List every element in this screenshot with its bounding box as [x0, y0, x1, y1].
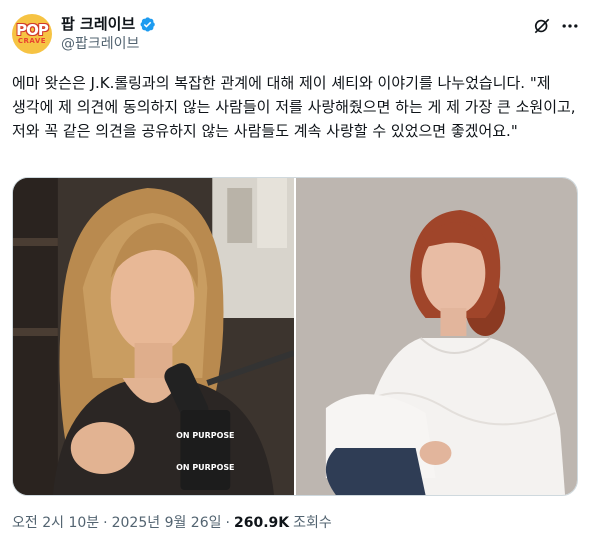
views-count: 260.9K [233, 515, 290, 531]
verified-icon [140, 16, 155, 32]
grok-icon[interactable] [532, 16, 552, 36]
tweet-meta: 오전 2시 10분 · 2025년 9월 26일 · 260.9K 조회수 [12, 514, 332, 532]
avatar[interactable]: POP CRAVE [12, 14, 52, 54]
photo-right[interactable] [296, 178, 577, 495]
tweet-text: 에마 왓슨은 J.K.롤링과의 복잡한 관계에 대해 제이 셰티와 이야기를 나… [12, 74, 581, 140]
photo-right-image [296, 178, 577, 495]
avatar-logo-subtext: CRAVE [17, 37, 47, 45]
tweet-date[interactable]: 2025년 9월 26일 [112, 514, 222, 532]
photo-left[interactable]: ON PURPOSE ON PURPOSE [13, 178, 294, 495]
views-label: 조회수 [293, 515, 332, 531]
media-grid[interactable]: ON PURPOSE ON PURPOSE [12, 177, 578, 496]
tweet-time[interactable]: 오전 2시 10분 [12, 514, 99, 532]
meta-separator: · [103, 515, 108, 531]
mic-flag-label-top: ON PURPOSE [176, 431, 234, 440]
meta-separator: · [225, 515, 230, 531]
display-name[interactable]: 팝 크레이브 [61, 15, 135, 33]
author-handle[interactable]: @팝크레이브 [61, 36, 139, 53]
photo-left-image: ON PURPOSE ON PURPOSE [13, 178, 294, 495]
more-icon[interactable] [560, 16, 580, 36]
avatar-logo-text: POP [16, 21, 49, 39]
mic-flag-label-bottom: ON PURPOSE [176, 463, 234, 472]
author-name-row[interactable]: 팝 크레이브 [61, 15, 156, 33]
